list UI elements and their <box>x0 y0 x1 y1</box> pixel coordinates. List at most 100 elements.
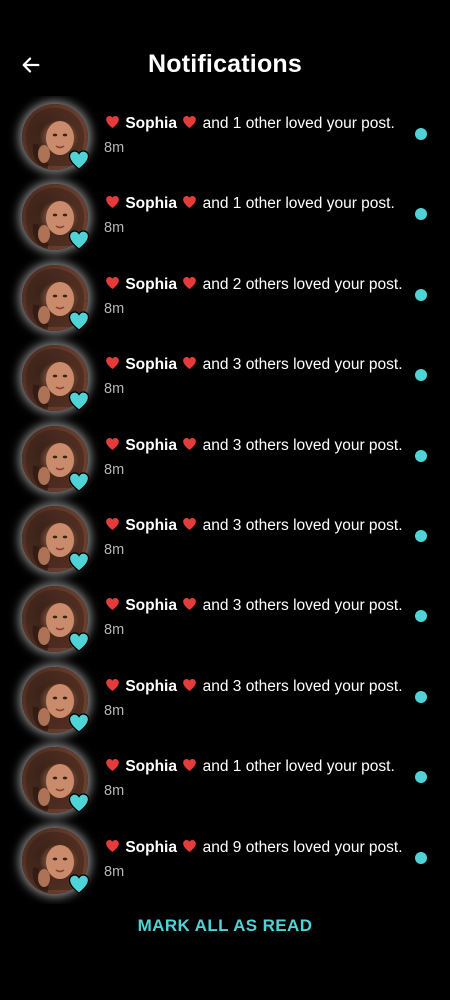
avatar[interactable] <box>22 345 90 412</box>
notification-message: and 2 others loved your post. <box>202 275 403 293</box>
timestamp: 8m <box>104 622 125 639</box>
notification-item[interactable]: Sophia and 1 other loved your post. 8m <box>0 739 450 819</box>
notification-message: and 3 others loved your post. <box>202 356 403 374</box>
sender-name[interactable]: Sophia <box>125 517 177 534</box>
heart-badge-icon <box>68 311 90 331</box>
avatar[interactable] <box>22 184 90 251</box>
red-heart-icon <box>183 276 197 289</box>
timestamp: 8m <box>104 702 125 719</box>
avatar[interactable] <box>22 505 90 572</box>
red-heart-icon <box>183 759 197 772</box>
notification-message: and 1 other loved your post. <box>202 758 395 776</box>
sender-name[interactable]: Sophia <box>125 758 177 775</box>
sender-name[interactable]: Sophia <box>125 276 177 293</box>
sender-name[interactable]: Sophia <box>125 839 177 856</box>
notification-message: and 3 others loved your post. <box>202 597 403 615</box>
avatar[interactable] <box>22 747 90 814</box>
unread-dot-icon <box>415 288 427 301</box>
heart-badge-icon <box>68 793 90 813</box>
timestamp: 8m <box>104 140 125 156</box>
unread-dot-icon <box>415 851 427 864</box>
unread-dot-icon <box>415 771 427 784</box>
notification-message: and 3 others loved your post. <box>202 677 403 695</box>
red-heart-icon <box>183 437 197 450</box>
red-heart-icon <box>106 598 119 611</box>
notification-text: Sophia and 2 others loved your post. <box>104 275 403 295</box>
heart-badge-icon <box>68 632 90 653</box>
heart-badge-icon <box>68 391 90 411</box>
notification-text: Sophia and 1 other loved your post. <box>104 757 395 777</box>
sender-name[interactable]: Sophia <box>125 597 177 614</box>
red-heart-icon <box>106 276 119 289</box>
red-heart-icon <box>183 196 197 209</box>
notification-item[interactable]: Sophia and 3 others loved your post. 8m <box>0 498 450 578</box>
unread-dot-icon <box>415 610 427 623</box>
heart-badge-icon <box>68 713 90 733</box>
timestamp: 8m <box>104 461 125 478</box>
notification-message: and 3 others loved your post. <box>202 436 403 454</box>
avatar[interactable] <box>22 104 90 170</box>
mark-all-as-read-button[interactable]: MARK ALL AS READ <box>0 914 450 938</box>
heart-badge-icon <box>68 552 90 572</box>
sender-name[interactable]: Sophia <box>125 356 177 373</box>
timestamp: 8m <box>104 783 125 800</box>
avatar[interactable] <box>22 827 90 894</box>
notification-item[interactable]: Sophia and 3 others loved your post. 8m <box>0 337 450 417</box>
red-heart-icon <box>106 839 119 852</box>
notification-item[interactable]: Sophia and 2 others loved your post. 8m <box>0 257 450 337</box>
notification-list[interactable]: Sophia and 1 other loved your post. 8m So… <box>0 96 450 904</box>
unread-dot-icon <box>415 449 427 462</box>
red-heart-icon <box>183 598 197 611</box>
unread-dot-icon <box>415 529 427 542</box>
notification-item[interactable]: Sophia and 1 other loved your post. 8m <box>0 176 450 256</box>
red-heart-icon <box>106 196 119 209</box>
avatar[interactable] <box>22 425 90 492</box>
notification-text: Sophia and 3 others loved your post. <box>104 516 403 536</box>
unread-dot-icon <box>415 128 427 140</box>
notification-item[interactable]: Sophia and 3 others loved your post. 8m <box>0 659 450 739</box>
notification-text: Sophia and 3 others loved your post. <box>104 677 403 697</box>
timestamp: 8m <box>104 541 125 558</box>
notification-text: Sophia and 3 others loved your post. <box>104 355 403 375</box>
timestamp: 8m <box>104 381 125 398</box>
timestamp: 8m <box>104 863 125 880</box>
timestamp: 8m <box>104 300 125 317</box>
red-heart-icon <box>106 437 119 450</box>
page-title: Notifications <box>148 50 302 78</box>
notification-text: Sophia and 3 others loved your post. <box>104 596 403 616</box>
sender-name[interactable]: Sophia <box>125 678 177 695</box>
red-heart-icon <box>106 357 119 370</box>
heart-badge-icon <box>68 873 90 894</box>
avatar[interactable] <box>22 586 90 653</box>
unread-dot-icon <box>415 690 427 703</box>
notification-item[interactable]: Sophia and 1 other loved your post. 8m <box>0 96 450 176</box>
avatar[interactable] <box>22 666 90 733</box>
heart-badge-icon <box>68 230 90 251</box>
red-heart-icon <box>183 678 197 691</box>
avatar[interactable] <box>22 264 90 331</box>
red-heart-icon <box>183 839 197 852</box>
timestamp: 8m <box>104 220 125 237</box>
sender-name[interactable]: Sophia <box>125 195 177 212</box>
notification-message: and 1 other loved your post. <box>202 115 395 132</box>
notification-text: Sophia and 9 others loved your post. <box>104 838 403 858</box>
notification-message: and 1 other loved your post. <box>202 195 395 213</box>
notification-item[interactable]: Sophia and 9 others loved your post. 8m <box>0 820 450 900</box>
red-heart-icon <box>183 517 197 530</box>
notification-text: Sophia and 1 other loved your post. <box>104 114 395 134</box>
notification-item[interactable]: Sophia and 3 others loved your post. 8m <box>0 418 450 498</box>
heart-badge-icon <box>68 150 90 170</box>
notification-message: and 9 others loved your post. <box>202 838 403 856</box>
notification-message: and 3 others loved your post. <box>202 516 403 534</box>
red-heart-icon <box>183 357 197 370</box>
notification-text: Sophia and 1 other loved your post. <box>104 194 395 214</box>
sender-name[interactable]: Sophia <box>125 437 177 454</box>
red-heart-icon <box>106 678 119 691</box>
red-heart-icon <box>106 517 119 530</box>
notification-text: Sophia and 3 others loved your post. <box>104 436 403 456</box>
notification-item[interactable]: Sophia and 3 others loved your post. 8m <box>0 578 450 658</box>
red-heart-icon <box>106 116 119 128</box>
unread-dot-icon <box>415 208 427 221</box>
red-heart-icon <box>106 759 119 772</box>
sender-name[interactable]: Sophia <box>125 115 177 132</box>
